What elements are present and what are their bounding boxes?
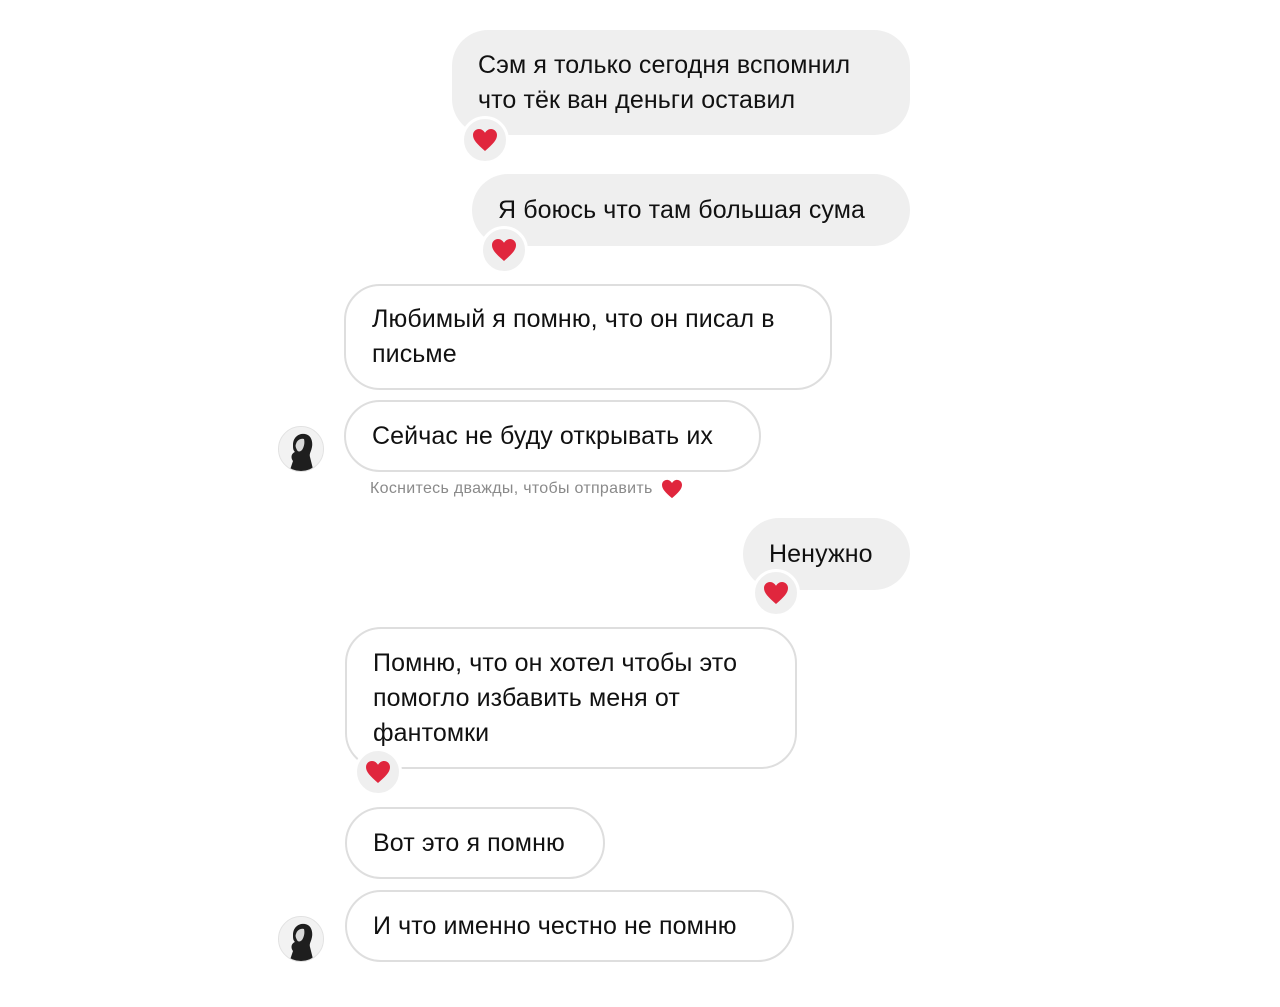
incoming-message[interactable]: Любимый я помню, что он писал в письме — [344, 284, 832, 390]
incoming-message[interactable]: Помню, что он хотел чтобы это помогло из… — [345, 627, 797, 769]
outgoing-message[interactable]: Я боюсь что там большая сума — [472, 174, 910, 246]
heart-icon — [473, 129, 497, 151]
heart-icon[interactable] — [661, 479, 683, 499]
incoming-message[interactable]: Вот это я помню — [345, 807, 605, 879]
hint-text: Коснитесь дважды, чтобы отправить — [370, 480, 653, 497]
profile-avatar[interactable] — [278, 426, 324, 472]
message-text: И что именно честно не помню — [373, 911, 737, 940]
avatar-image — [279, 427, 323, 471]
chat-thread: Сэм я только сегодня вспомнил что тёк ва… — [0, 0, 1280, 1007]
heart-icon — [764, 582, 788, 604]
outgoing-message[interactable]: Сэм я только сегодня вспомнил что тёк ва… — [452, 30, 910, 135]
heart-reaction[interactable] — [480, 226, 528, 274]
heart-reaction[interactable] — [461, 116, 509, 164]
double-tap-hint: Коснитесь дважды, чтобы отправить — [370, 476, 683, 502]
incoming-message[interactable]: И что именно честно не помню — [345, 890, 794, 962]
incoming-message[interactable]: Сейчас не буду открывать их — [344, 400, 761, 472]
avatar-image — [279, 917, 323, 961]
message-text: Сэм я только сегодня вспомнил что тёк ва… — [478, 50, 851, 114]
profile-avatar[interactable] — [278, 916, 324, 962]
message-text: Я боюсь что там большая сума — [498, 195, 866, 224]
heart-reaction[interactable] — [752, 569, 800, 617]
heart-icon — [492, 239, 516, 261]
message-text: Помню, что он хотел чтобы это помогло из… — [373, 648, 738, 747]
message-text: Ненужно — [769, 539, 873, 568]
message-text: Сейчас не буду открывать их — [372, 421, 713, 450]
heart-icon — [366, 761, 390, 783]
message-text: Вот это я помню — [373, 828, 565, 857]
message-text: Любимый я помню, что он писал в письме — [372, 305, 775, 368]
heart-reaction[interactable] — [354, 748, 402, 796]
